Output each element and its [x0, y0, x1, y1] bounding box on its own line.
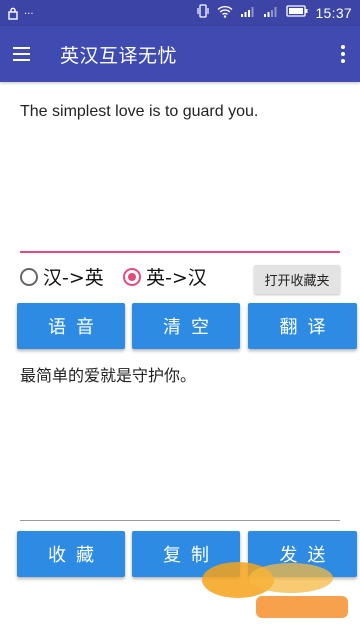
app-title: 英汉互译无忧 [60, 45, 178, 67]
radio-checked-icon [123, 267, 141, 286]
radio-unchecked-icon [20, 267, 38, 286]
source-text-input[interactable]: The simplest love is to guard you. [20, 103, 340, 121]
vibrate-icon [196, 4, 210, 22]
copy-button[interactable]: 复制 [132, 531, 240, 577]
battery-icon [286, 5, 308, 21]
lock-icon [8, 5, 18, 24]
app-bar: 英汉互译无忧 [0, 26, 360, 82]
radio-label: 汉->英 [43, 267, 104, 289]
more-dots-icon: ··· [24, 8, 34, 20]
translate-button[interactable]: 翻译 [248, 303, 357, 349]
signal-icon [263, 5, 279, 22]
radio-label: 英->汉 [146, 267, 207, 289]
status-time: 15:37 [315, 5, 352, 21]
hamburger-menu-icon[interactable] [10, 40, 38, 68]
voice-button[interactable]: 语音 [17, 303, 125, 349]
send-button[interactable]: 发送 [248, 531, 357, 577]
translation-output: 最简单的爱就是守护你。 [20, 366, 197, 385]
radio-en-to-zh[interactable]: 英->汉 [123, 263, 207, 290]
wifi-icon [217, 5, 233, 22]
status-right-icons: 15:37 [196, 4, 352, 22]
status-bar: ··· 15:37 [0, 0, 360, 26]
output-divider [20, 520, 340, 521]
favorite-button[interactable]: 收藏 [17, 531, 125, 577]
status-left-icons: ··· [8, 5, 34, 24]
overflow-menu-icon[interactable] [338, 42, 348, 66]
radio-zh-to-en[interactable]: 汉->英 [20, 263, 104, 290]
open-favorites-button[interactable]: 打开收藏夹 [254, 265, 340, 294]
input-underline [20, 251, 340, 253]
clear-button[interactable]: 清空 [132, 303, 240, 349]
signal-icon [240, 5, 256, 22]
